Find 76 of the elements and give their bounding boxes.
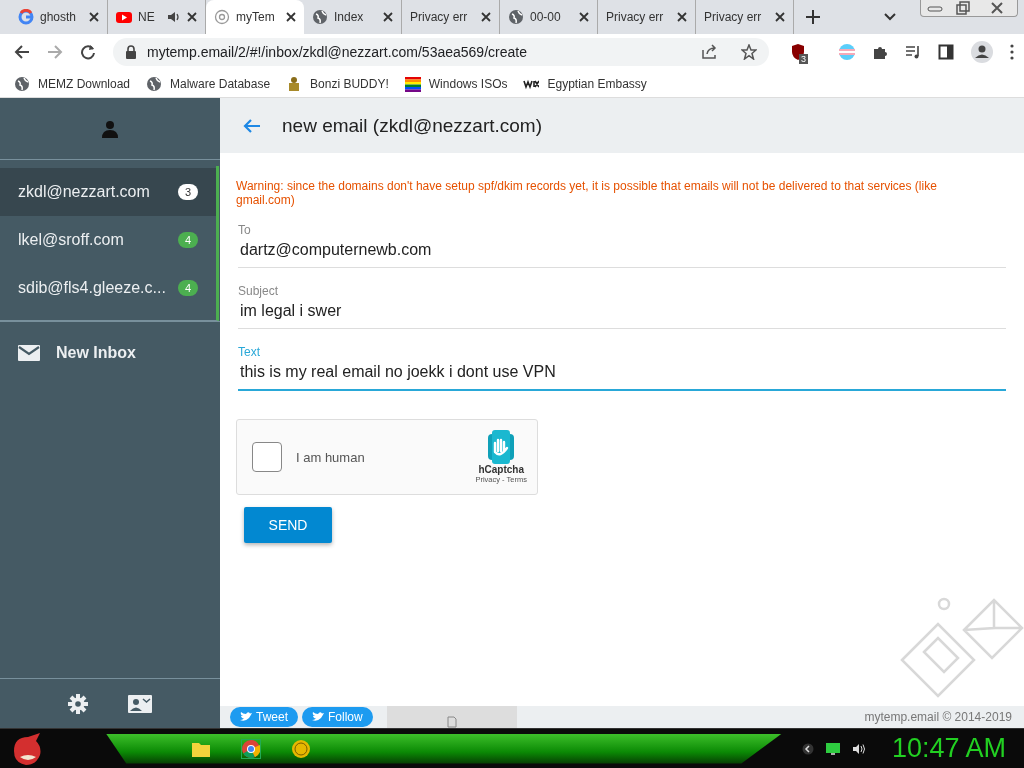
new-inbox-link[interactable]: New Inbox <box>0 321 220 384</box>
text-field[interactable]: Text this is my real email no joekk i dont use VPN <box>238 343 1006 391</box>
text-field[interactable]: Subject im legal i swer <box>238 282 1006 329</box>
close-icon[interactable] <box>383 12 393 22</box>
tab-title: 00-00 <box>530 10 562 24</box>
tab-title: myTem <box>236 10 276 24</box>
window-controls[interactable] <box>920 0 1018 17</box>
speaker-icon[interactable] <box>167 10 181 24</box>
globe-icon <box>508 9 524 25</box>
globe-icon <box>312 9 328 25</box>
side-panel-icon[interactable] <box>938 44 954 60</box>
warning-text: Warning: since the domains don't have setup spf/dkim records yet, it is possible that emails will not be delivered to that services (like gmail.com) <box>236 179 938 207</box>
star-icon[interactable] <box>741 44 757 60</box>
plus-icon[interactable] <box>806 10 820 24</box>
chevron-down-icon[interactable] <box>884 13 896 21</box>
clock[interactable]: 10:47 AM <box>891 733 1006 764</box>
puzzle-icon[interactable] <box>872 44 888 60</box>
tab-title: ghosth <box>40 10 78 24</box>
close-icon[interactable] <box>677 12 687 22</box>
count-badge: 4 <box>177 280 198 296</box>
tab-title: Privacy err <box>606 10 665 24</box>
captcha-brand: hCaptcha <box>478 464 524 475</box>
browser-tab[interactable]: myTem <box>206 0 304 34</box>
globe-icon <box>14 75 30 92</box>
bookmark[interactable]: Bonzi BUDDY! <box>286 75 389 92</box>
tab-title: Privacy err <box>410 10 469 24</box>
globe-icon <box>146 75 163 92</box>
bookmark[interactable]: MEMZ Download <box>14 75 131 92</box>
speaker-icon[interactable] <box>851 742 866 755</box>
url-text: mytemp.email/2/#!/inbox/zkdl@nezzart.com/53aea569/create <box>147 44 527 60</box>
close-icon[interactable] <box>775 12 785 22</box>
tab-title: Index <box>334 10 365 24</box>
chevron-left-icon[interactable] <box>801 742 814 755</box>
lock-icon <box>125 45 137 59</box>
contact-card-icon[interactable] <box>128 694 152 713</box>
text-field[interactable]: To dartz@computernewb.com <box>238 221 1006 268</box>
count-badge: 3 <box>177 184 198 200</box>
reload-icon[interactable] <box>80 44 96 60</box>
inbox-item[interactable]: zkdl@nezzart.com 3 <box>0 168 216 216</box>
extension-badge: 3 <box>799 54 808 64</box>
close-icon[interactable] <box>481 12 491 22</box>
envelope-icon <box>18 345 40 361</box>
play-icon <box>116 9 132 25</box>
coin-app-icon[interactable] <box>292 739 310 758</box>
close-icon[interactable] <box>89 12 99 22</box>
inbox-item[interactable]: sdib@fls4.gleeze.c... 4 <box>0 264 216 312</box>
avatar-icon[interactable] <box>971 41 993 63</box>
g-letter-icon <box>18 9 34 25</box>
close-icon[interactable] <box>286 12 296 22</box>
count-badge: 4 <box>177 232 198 248</box>
bookmark[interactable]: Windows ISOs <box>404 75 508 92</box>
inbox-item[interactable]: lkel@sroff.com 4 <box>0 216 216 264</box>
bird-icon <box>240 712 252 722</box>
bookmark[interactable]: Egyptian Embassy <box>523 75 647 92</box>
media-queue-icon[interactable] <box>905 44 921 60</box>
send-button[interactable]: SEND <box>244 507 332 543</box>
back-arrow-icon[interactable] <box>14 44 30 60</box>
more-icon[interactable] <box>1010 44 1014 60</box>
tab-title: Privacy err <box>704 10 763 24</box>
chrome-icon[interactable] <box>242 739 260 758</box>
captcha-label: I am human <box>296 449 365 465</box>
copyright-text: mytemp.email © 2014-2019 <box>864 710 1012 724</box>
address-bar[interactable]: mytemp.email/2/#!/inbox/zkdl@nezzart.com/53aea569/create <box>113 38 769 66</box>
checkbox[interactable] <box>252 442 282 472</box>
page-title: new email (zkdl@nezzart.com) <box>282 114 543 137</box>
bookmark[interactable]: Malware Database <box>146 75 271 92</box>
broken-image-icon <box>446 716 457 728</box>
tab-title: NE <box>138 10 156 24</box>
settings-icon[interactable] <box>68 693 88 714</box>
bird-icon <box>312 712 324 722</box>
rainbow-flag-icon <box>404 75 421 92</box>
close-icon[interactable] <box>187 12 197 22</box>
user-icon[interactable] <box>101 119 119 138</box>
monitor-icon[interactable] <box>825 742 840 755</box>
close-icon[interactable] <box>579 12 589 22</box>
share-icon[interactable] <box>701 44 719 60</box>
